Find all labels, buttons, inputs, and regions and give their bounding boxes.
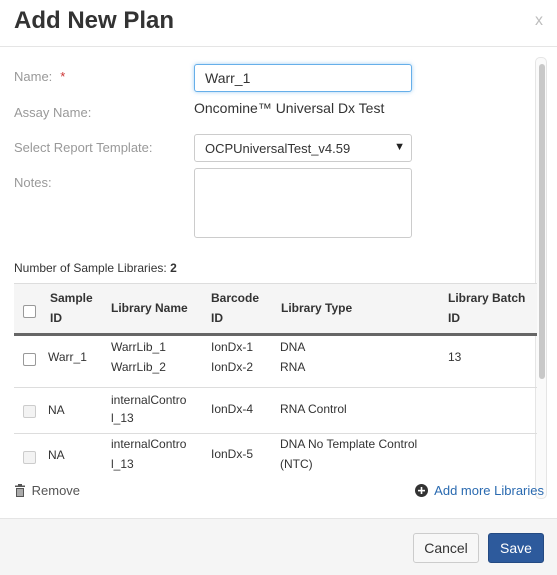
modal-footer: Cancel Save bbox=[0, 518, 557, 575]
assay-name-value: Oncomine™ Universal Dx Test bbox=[194, 100, 385, 116]
cancel-button[interactable]: Cancel bbox=[413, 533, 479, 563]
name-label: Name: * bbox=[14, 69, 65, 84]
row-checkbox-disabled bbox=[23, 405, 36, 418]
save-button[interactable]: Save bbox=[488, 533, 544, 563]
add-more-libraries-link[interactable]: Add more Libraries bbox=[415, 483, 544, 498]
close-icon[interactable]: x bbox=[535, 12, 543, 30]
column-header-sample-id: Sample ID bbox=[50, 291, 93, 325]
notes-textarea[interactable] bbox=[194, 168, 412, 238]
column-header-library-batch-id: Library Batch ID bbox=[448, 291, 526, 325]
sample-id-cell: NA bbox=[48, 448, 65, 462]
library-name-cell: l_13 bbox=[111, 457, 134, 471]
library-name-cell: l_13 bbox=[111, 411, 134, 425]
remove-button[interactable]: Remove bbox=[14, 483, 80, 498]
modal-title: Add New Plan bbox=[14, 7, 175, 34]
library-count: Number of Sample Libraries: 2 bbox=[14, 261, 177, 275]
column-header-barcode-id: Barcode ID bbox=[211, 291, 260, 325]
report-template-value: OCPUniversalTest_v4.59 bbox=[205, 141, 351, 156]
caret-down-icon: ▼ bbox=[394, 141, 405, 153]
library-name-cell: WarrLib_2 bbox=[111, 360, 166, 374]
name-label-text: Name: bbox=[14, 69, 53, 84]
library-count-label: Number of Sample Libraries: bbox=[14, 261, 167, 275]
assay-name-label: Assay Name: bbox=[14, 105, 92, 120]
library-type-cell: RNA bbox=[280, 360, 306, 374]
notes-label: Notes: bbox=[14, 175, 52, 190]
barcode-id-cell: IonDx-5 bbox=[211, 447, 254, 461]
sample-id-cell: Warr_1 bbox=[48, 350, 87, 364]
library-name-cell: internalContro bbox=[111, 437, 187, 451]
row-checkbox-disabled bbox=[23, 451, 36, 464]
modal-header: Add New Plan x bbox=[0, 0, 557, 47]
row-checkbox[interactable] bbox=[23, 353, 36, 366]
barcode-id-cell: IonDx-4 bbox=[211, 402, 254, 416]
table-row: NA internalContro l_13 IonDx-4 RNA Contr… bbox=[14, 388, 537, 434]
library-batch-id-cell: 13 bbox=[448, 350, 462, 364]
library-type-cell: DNA bbox=[280, 340, 306, 354]
library-type-cell: (NTC) bbox=[280, 457, 313, 471]
remove-label: Remove bbox=[31, 483, 81, 498]
report-template-select[interactable]: OCPUniversalTest_v4.59 ▼ bbox=[194, 134, 412, 162]
select-all-checkbox[interactable] bbox=[23, 305, 36, 318]
trash-icon bbox=[14, 484, 26, 497]
barcode-id-cell: IonDx-1 bbox=[211, 340, 254, 354]
sample-id-cell: NA bbox=[48, 403, 65, 417]
library-type-cell: RNA Control bbox=[280, 402, 347, 416]
report-template-label: Select Report Template: bbox=[14, 140, 153, 155]
library-name-cell: WarrLib_1 bbox=[111, 340, 166, 354]
table-actions: Remove Add more Libraries bbox=[0, 483, 557, 519]
library-count-value: 2 bbox=[170, 261, 177, 275]
column-header-library-type: Library Type bbox=[281, 301, 353, 315]
barcode-id-cell: IonDx-2 bbox=[211, 360, 254, 374]
libraries-table-header: Sample ID Library Name Barcode ID Librar… bbox=[14, 283, 537, 336]
required-marker: * bbox=[60, 69, 66, 84]
table-row[interactable]: Warr_1 WarrLib_1 WarrLib_2 IonDx-1 IonDx… bbox=[14, 335, 537, 388]
add-new-plan-modal: Add New Plan x Name: * Assay Name: Oncomi… bbox=[0, 0, 557, 575]
add-more-label: Add more Libraries bbox=[434, 483, 544, 498]
scrollbar-thumb[interactable] bbox=[539, 64, 545, 379]
name-input[interactable] bbox=[194, 64, 412, 92]
table-row: NA internalContro l_13 IonDx-5 DNA No Te… bbox=[14, 434, 537, 480]
library-type-cell: DNA No Template Control bbox=[280, 437, 418, 451]
library-name-cell: internalContro bbox=[111, 393, 187, 407]
plus-circle-icon bbox=[415, 484, 429, 497]
column-header-library-name: Library Name bbox=[111, 301, 188, 315]
modal-body: Name: * Assay Name: Oncomine™ Universal D… bbox=[0, 47, 557, 517]
